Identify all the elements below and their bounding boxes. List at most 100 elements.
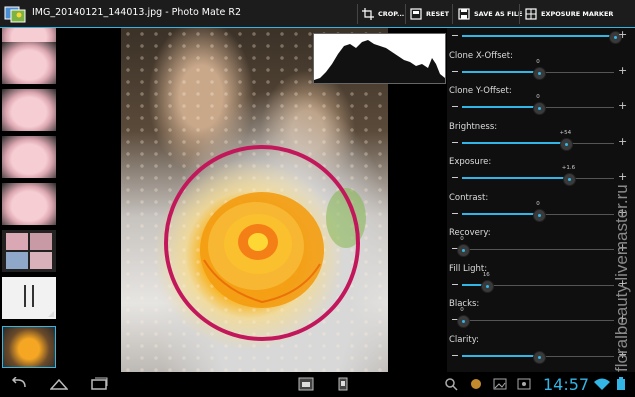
- slider-track[interactable]: 16: [462, 272, 614, 293]
- slider-control[interactable]: Clone X-Offset: 0 +: [447, 50, 635, 85]
- thumbnail[interactable]: [2, 89, 56, 131]
- slider-label: Clarity:: [449, 334, 479, 345]
- plus-icon[interactable]: +: [618, 64, 627, 77]
- exposure-marker-button[interactable]: EXPOSURE MARKER: [525, 5, 613, 23]
- slider-thumb[interactable]: [457, 244, 470, 257]
- thumbnail[interactable]: [2, 136, 56, 178]
- slider-value: +54: [559, 129, 572, 136]
- minus-icon[interactable]: [452, 354, 458, 356]
- slider-control[interactable]: Clarity: +: [447, 334, 635, 369]
- slider-track[interactable]: 0: [457, 307, 614, 328]
- battery-icon: [617, 377, 625, 390]
- thumbnail[interactable]: [2, 183, 56, 225]
- slider-track[interactable]: +1.6: [462, 165, 614, 186]
- home-icon[interactable]: [50, 377, 68, 391]
- slider-label: Brightness:: [449, 121, 498, 132]
- thumbnail-strip[interactable]: [0, 28, 60, 372]
- slider-control[interactable]: Brightness: +54 +: [447, 121, 635, 156]
- collage-tile: [6, 252, 28, 269]
- divider: [357, 4, 358, 24]
- window-title: IMG_20140121_144013.jpg - Photo Mate R2: [32, 7, 242, 18]
- minus-icon[interactable]: [452, 35, 458, 36]
- slider-thumb[interactable]: [457, 315, 470, 328]
- minus-icon[interactable]: [452, 70, 458, 72]
- expand-corner-icon: [48, 311, 54, 317]
- minus-icon[interactable]: [452, 283, 458, 285]
- save-as-file-button[interactable]: SAVE AS FILE: [458, 5, 522, 23]
- slider-thumb[interactable]: [533, 208, 546, 222]
- slider-control[interactable]: Blacks: 0 +: [447, 298, 635, 333]
- wifi-icon: [594, 378, 610, 390]
- reset-icon: [410, 8, 422, 20]
- slider-label: Recovery:: [449, 228, 491, 238]
- slider-label: Contrast:: [449, 192, 489, 203]
- slider-label: Fill Light:: [449, 263, 488, 274]
- screen-mode-icon[interactable]: [297, 377, 315, 391]
- slider-thumb[interactable]: [563, 173, 577, 186]
- slider-label: Exposure:: [449, 157, 492, 167]
- slider-control[interactable]: Recovery: 0 +: [447, 227, 635, 262]
- divider: [405, 4, 406, 24]
- slider-value: 0: [460, 307, 464, 313]
- plus-icon[interactable]: +: [618, 29, 627, 41]
- thumbnail[interactable]: [2, 42, 56, 84]
- search-icon[interactable]: [443, 377, 461, 391]
- minus-icon[interactable]: [452, 141, 458, 143]
- slider-thumb[interactable]: [533, 350, 546, 364]
- slider-label: Clone X-Offset:: [449, 50, 513, 61]
- exposure-marker-label: EXPOSURE MARKER: [541, 10, 614, 18]
- slider-value: 0: [536, 58, 540, 65]
- slider-fill: [462, 212, 538, 215]
- slider-thumb[interactable]: [481, 279, 495, 293]
- slider-value: 0: [536, 200, 540, 207]
- slider-control[interactable]: Contrast: 0 +: [447, 192, 635, 227]
- slider-track[interactable]: [462, 350, 614, 364]
- thumbnail-earrings[interactable]: [2, 277, 56, 319]
- slider-track[interactable]: 0: [457, 236, 614, 257]
- minus-icon[interactable]: [452, 212, 458, 214]
- slider-track[interactable]: 100: [462, 28, 622, 44]
- crop-icon: [362, 8, 374, 20]
- minus-icon[interactable]: [452, 106, 458, 107]
- slider-control[interactable]: Exposure: +1.6 +: [447, 156, 635, 191]
- slider-track[interactable]: +54: [462, 130, 614, 151]
- gallery-notification-icon: [493, 378, 507, 390]
- slider-track[interactable]: 0: [462, 94, 614, 115]
- phone-mode-icon[interactable]: [334, 377, 352, 391]
- plus-icon[interactable]: +: [618, 171, 627, 183]
- slider-track[interactable]: 0: [462, 59, 614, 80]
- save-as-file-label: SAVE AS FILE: [474, 10, 523, 18]
- divider: [519, 4, 520, 24]
- reset-button[interactable]: RESET: [410, 5, 449, 23]
- plus-icon[interactable]: +: [618, 100, 627, 112]
- slider-control[interactable]: Feather:100+: [447, 28, 635, 49]
- slider-thumb[interactable]: [533, 102, 546, 115]
- slider-thumb[interactable]: [533, 66, 546, 80]
- app-notification-icon: [471, 379, 481, 389]
- earring-shape: [32, 285, 34, 307]
- plus-icon[interactable]: +: [618, 135, 627, 148]
- back-icon[interactable]: [10, 377, 28, 391]
- crop-button[interactable]: CROP...: [362, 5, 404, 23]
- slider-value: +1.6: [561, 165, 576, 171]
- slider-control[interactable]: Clone Y-Offset: 0 +: [447, 85, 635, 120]
- slider-value: 16: [482, 271, 490, 278]
- action-bar: IMG_20140121_144013.jpg - Photo Mate R2 …: [0, 0, 635, 28]
- slider-fill: [462, 141, 566, 144]
- minus-icon[interactable]: [452, 177, 458, 178]
- slider-fill: [462, 106, 538, 108]
- slider-track[interactable]: 0: [462, 201, 614, 222]
- thumbnail-collage[interactable]: [2, 230, 56, 272]
- slider-control[interactable]: Fill Light: 16 +: [447, 263, 635, 298]
- histogram: [313, 33, 446, 84]
- divider: [452, 4, 453, 24]
- slider-value: 0: [460, 236, 464, 242]
- thumbnail-selected[interactable]: [2, 326, 56, 368]
- earring-shape: [24, 285, 26, 307]
- collage-tile: [30, 252, 52, 269]
- recent-apps-icon[interactable]: [90, 377, 108, 391]
- app-icon[interactable]: [4, 4, 26, 24]
- slider-thumb[interactable]: [560, 137, 574, 151]
- crop-label: CROP...: [378, 10, 405, 18]
- adjustment-panel[interactable]: Feather:100+Clone X-Offset:0+Clone Y-Off…: [447, 28, 635, 372]
